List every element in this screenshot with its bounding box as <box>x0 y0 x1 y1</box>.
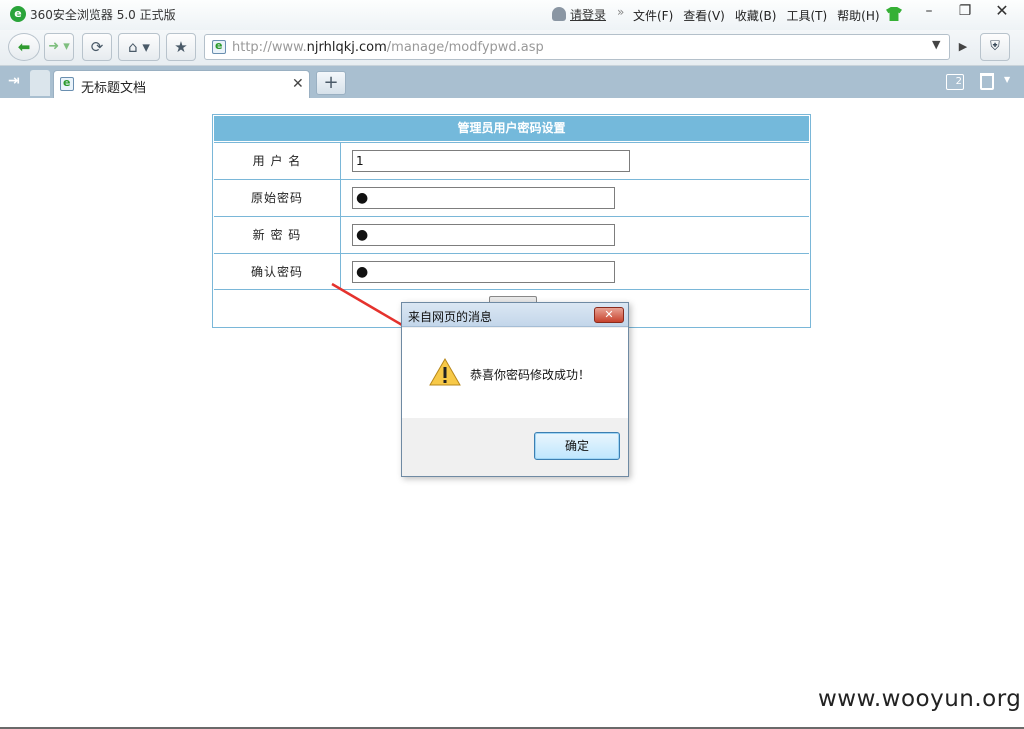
dialog-close-button[interactable]: ✕ <box>594 307 624 323</box>
dialog-message: 恭喜你密码修改成功！ <box>470 368 591 382</box>
warning-icon <box>429 358 461 386</box>
ok-button[interactable]: 确定 <box>534 432 620 460</box>
watermark: www.wooyun.org <box>818 686 1022 712</box>
dialog-titlebar[interactable]: 来自网页的消息 ✕ <box>402 303 628 327</box>
dialog-body: 恭喜你密码修改成功！ <box>402 328 628 418</box>
dialog-title: 来自网页的消息 <box>408 310 493 324</box>
alert-dialog: 来自网页的消息 ✕ 恭喜你密码修改成功！ 确定 <box>401 302 629 477</box>
